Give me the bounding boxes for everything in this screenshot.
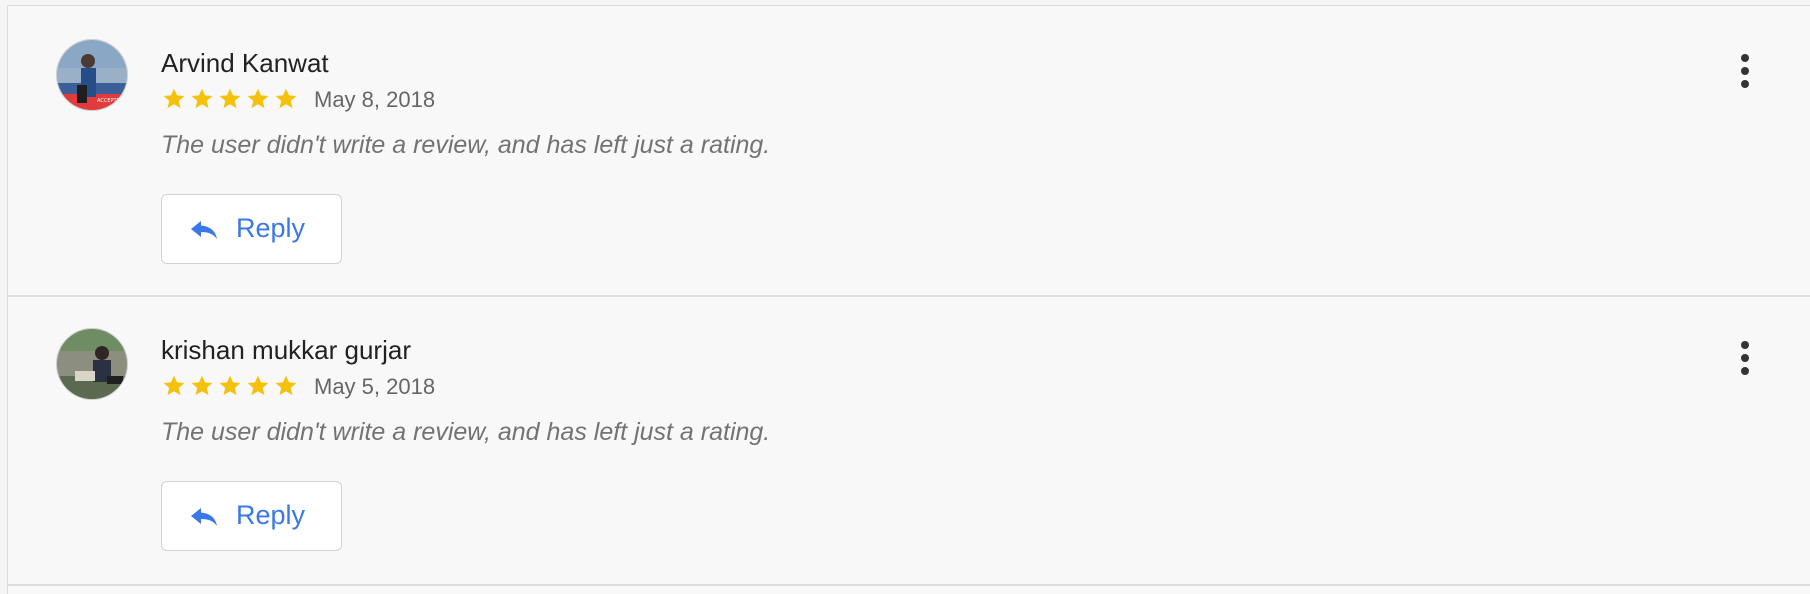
star-icon [247,88,269,109]
more-options-button[interactable] [1736,341,1756,381]
avatar-image [57,329,127,399]
reply-button-label: Reply [236,213,306,243]
review-card-arvind-kanwat: ACCEPTED Arvind Kanwat May 8, 2018 The u… [7,5,1810,295]
review-card-krishan-mukkar-gurjar: krishan mukkar gurjar May 5, 2018 The us… [7,295,1810,585]
review-text: The user didn't write a review, and has … [161,418,771,446]
reviewer-avatar: ACCEPTED [56,39,128,111]
reviewer-name: krishan mukkar gurjar [161,335,411,365]
star-icon [191,88,213,109]
reply-icon [191,508,217,526]
more-vertical-icon-dot [1741,354,1749,362]
review-divider [7,584,1810,594]
avatar-image: ACCEPTED [57,40,127,110]
more-vertical-icon-dot [1741,54,1749,62]
star-icon [275,88,297,109]
reviewer-name: Arvind Kanwat [161,48,329,78]
review-text: The user didn't write a review, and has … [161,131,771,159]
more-vertical-icon-dot [1741,341,1749,349]
star-icon [191,375,213,396]
reply-button-label: Reply [236,500,306,530]
svg-text:ACCEPTED: ACCEPTED [97,98,124,104]
reviews-page: ACCEPTED Arvind Kanwat May 8, 2018 The u… [0,0,1810,594]
more-vertical-icon-dot [1741,367,1749,375]
star-icon [219,88,241,109]
reviewer-avatar [56,328,128,400]
reply-icon [191,221,217,239]
more-options-button[interactable] [1736,54,1756,94]
review-list: ACCEPTED Arvind Kanwat May 8, 2018 The u… [7,5,1810,585]
review-date: May 8, 2018 [314,87,436,112]
more-vertical-icon-dot [1741,80,1749,88]
rating-stars [161,86,299,112]
star-icon [163,375,185,396]
reply-button[interactable]: Reply [161,194,342,264]
reply-button[interactable]: Reply [161,481,342,551]
star-icon [247,375,269,396]
rating-stars [161,373,299,399]
star-icon [219,375,241,396]
star-icon [275,375,297,396]
review-date: May 5, 2018 [314,374,436,399]
star-icon [163,88,185,109]
more-vertical-icon-dot [1741,67,1749,75]
